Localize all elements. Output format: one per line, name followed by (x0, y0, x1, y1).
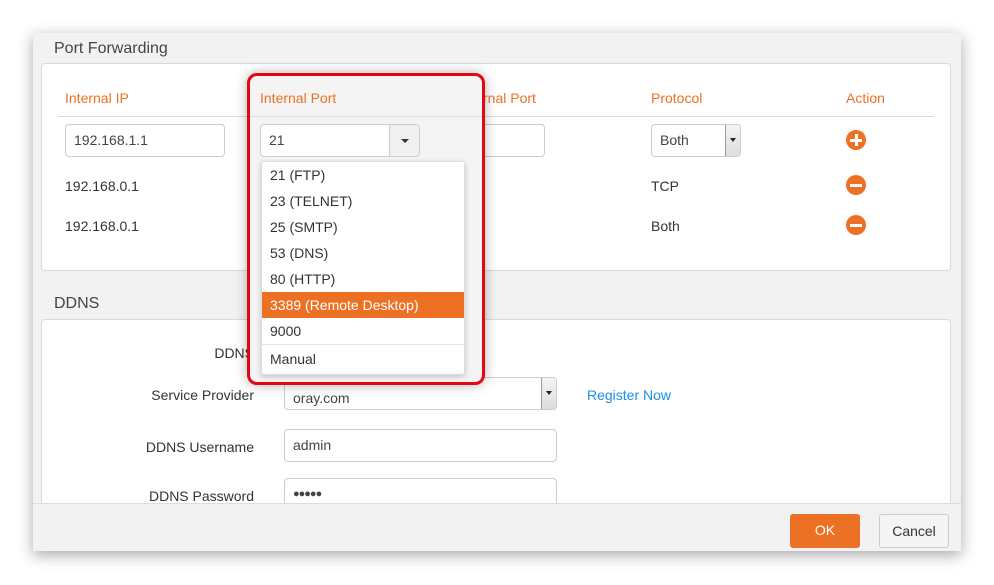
header-internal-ip: Internal IP (65, 90, 129, 106)
header-internal-port: Internal Port (260, 90, 337, 106)
port-forwarding-title: Port Forwarding (54, 40, 168, 57)
internal-port-select[interactable]: 21 (260, 124, 420, 157)
divider (58, 116, 934, 117)
chevron-down-icon[interactable] (389, 125, 419, 156)
ok-button[interactable]: OK (790, 514, 860, 548)
port-option[interactable]: Manual (262, 344, 464, 374)
settings-dialog: Port Forwarding Internal IP Internal Por… (33, 33, 961, 551)
port-option[interactable]: 9000 (262, 318, 464, 344)
register-now-link[interactable]: Register Now (587, 387, 671, 403)
internal-port-highlight: Internal Port 21 21 (FTP) 23 (TELNET) 25… (247, 73, 485, 385)
internal-port-value: 21 (269, 132, 285, 148)
port-option[interactable]: 23 (TELNET) (262, 188, 464, 214)
row-protocol: TCP (651, 178, 679, 194)
row-internal-ip: 192.168.0.1 (65, 218, 139, 234)
port-option[interactable]: 53 (DNS) (262, 240, 464, 266)
password-label: DDNS Password (148, 488, 254, 504)
username-input[interactable]: admin (284, 429, 557, 462)
add-rule-button[interactable] (846, 130, 866, 150)
service-provider-label: Service Provider (151, 387, 254, 403)
divider (250, 116, 482, 117)
username-label: DDNS Username (145, 439, 254, 455)
ddns-title: DDNS (54, 295, 100, 312)
port-option[interactable]: 21 (FTP) (262, 162, 464, 188)
row-protocol: Both (651, 218, 680, 234)
internal-port-dropdown: 21 (FTP) 23 (TELNET) 25 (SMTP) 53 (DNS) … (261, 161, 465, 375)
remove-rule-button[interactable] (846, 215, 866, 235)
ddns-label: DDNS (214, 345, 254, 361)
protocol-select[interactable]: Both (651, 124, 741, 157)
protocol-value: Both (660, 132, 689, 148)
port-option[interactable]: 80 (HTTP) (262, 266, 464, 292)
header-action: Action (846, 90, 885, 106)
chevron-down-icon[interactable] (541, 378, 556, 409)
remove-rule-button[interactable] (846, 175, 866, 195)
port-forwarding-panel: Internal IP Internal Port External Port … (41, 63, 951, 271)
dialog-footer: OK Cancel (33, 503, 961, 551)
port-option[interactable]: 25 (SMTP) (262, 214, 464, 240)
service-provider-value: oray.com (293, 390, 350, 406)
port-option-highlighted[interactable]: 3389 (Remote Desktop) (262, 292, 464, 318)
cancel-button[interactable]: Cancel (879, 514, 949, 548)
header-protocol: Protocol (651, 90, 703, 106)
internal-ip-input[interactable]: 192.168.1.1 (65, 124, 225, 157)
row-internal-ip: 192.168.0.1 (65, 178, 139, 194)
chevron-down-icon[interactable] (725, 125, 740, 156)
